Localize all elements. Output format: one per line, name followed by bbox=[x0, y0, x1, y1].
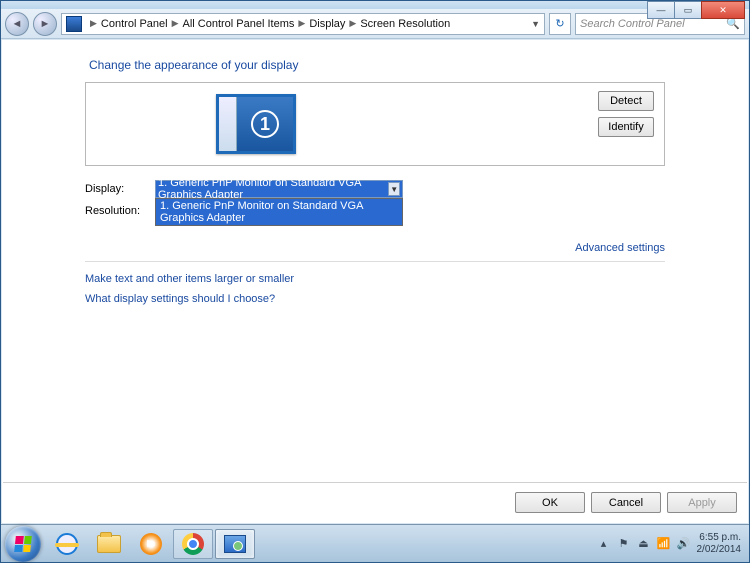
taskbar-chrome[interactable] bbox=[173, 529, 213, 559]
taskbar-control-panel[interactable] bbox=[215, 529, 255, 559]
titlebar: — ▭ ✕ bbox=[1, 1, 749, 9]
identify-button[interactable]: Identify bbox=[598, 117, 654, 137]
monitor-preview-area[interactable]: 1 Detect Identify bbox=[85, 82, 665, 166]
chevron-right-icon[interactable]: ▶ bbox=[349, 18, 356, 29]
network-icon[interactable]: 📶 bbox=[657, 537, 671, 551]
make-text-larger-link[interactable]: Make text and other items larger or smal… bbox=[85, 273, 294, 285]
chevron-down-icon[interactable]: ▼ bbox=[531, 19, 540, 29]
ie-icon bbox=[56, 533, 78, 555]
chevron-down-icon[interactable]: ▼ bbox=[388, 182, 400, 196]
detect-button[interactable]: Detect bbox=[598, 91, 654, 111]
breadcrumb-all-items[interactable]: All Control Panel Items bbox=[183, 18, 295, 30]
minimize-button[interactable]: — bbox=[647, 1, 675, 19]
maximize-button[interactable]: ▭ bbox=[674, 1, 702, 19]
which-settings-link[interactable]: What display settings should I choose? bbox=[85, 293, 275, 305]
clock[interactable]: 6:55 p.m. 2/02/2014 bbox=[697, 532, 742, 556]
monitor-thumbnail-icon bbox=[219, 97, 237, 151]
display-dropdown[interactable]: 1. Generic PnP Monitor on Standard VGA G… bbox=[155, 180, 403, 198]
clock-time: 6:55 p.m. bbox=[697, 532, 742, 544]
monitor-1[interactable]: 1 bbox=[216, 94, 296, 154]
address-bar: ◄ ► ▶ Control Panel ▶ All Control Panel … bbox=[1, 9, 749, 39]
action-center-icon[interactable]: ⚑ bbox=[617, 537, 631, 551]
ok-button[interactable]: OK bbox=[515, 492, 585, 513]
control-panel-window: — ▭ ✕ ◄ ► ▶ Control Panel ▶ All Control … bbox=[0, 0, 750, 563]
display-icon bbox=[66, 16, 82, 32]
system-tray[interactable]: ▴ ⚑ ⏏ 📶 🔊 6:55 p.m. 2/02/2014 bbox=[597, 532, 746, 556]
chevron-right-icon[interactable]: ▶ bbox=[172, 18, 179, 29]
taskbar[interactable]: ▶ ▴ ⚑ ⏏ 📶 🔊 6:55 p.m. 2/02/2014 bbox=[1, 524, 749, 562]
divider bbox=[85, 261, 665, 262]
chevron-right-icon[interactable]: ▶ bbox=[90, 18, 97, 29]
close-button[interactable]: ✕ bbox=[701, 1, 745, 19]
display-dropdown-list[interactable]: 1. Generic PnP Monitor on Standard VGA G… bbox=[155, 198, 403, 226]
refresh-button[interactable]: ↻ bbox=[549, 13, 571, 35]
volume-icon[interactable]: 🔊 bbox=[677, 537, 691, 551]
taskbar-ie[interactable] bbox=[47, 529, 87, 559]
safely-remove-icon[interactable]: ⏏ bbox=[637, 537, 651, 551]
show-hidden-icons[interactable]: ▴ bbox=[597, 537, 611, 551]
breadcrumb[interactable]: ▶ Control Panel ▶ All Control Panel Item… bbox=[61, 13, 545, 35]
breadcrumb-root[interactable]: Control Panel bbox=[101, 18, 168, 30]
display-label: Display: bbox=[85, 183, 155, 195]
dialog-button-row: OK Cancel Apply bbox=[3, 482, 747, 522]
display-option-1[interactable]: 1. Generic PnP Monitor on Standard VGA G… bbox=[156, 199, 402, 225]
forward-button[interactable]: ► bbox=[33, 12, 57, 36]
folder-icon bbox=[97, 535, 121, 553]
monitor-number: 1 bbox=[251, 110, 279, 138]
windows-logo-icon bbox=[14, 536, 32, 552]
breadcrumb-screen-resolution[interactable]: Screen Resolution bbox=[360, 18, 450, 30]
back-button[interactable]: ◄ bbox=[5, 12, 29, 36]
chrome-icon bbox=[182, 533, 204, 555]
search-placeholder: Search Control Panel bbox=[580, 18, 685, 30]
control-panel-icon bbox=[224, 535, 246, 553]
apply-button: Apply bbox=[667, 492, 737, 513]
media-player-icon: ▶ bbox=[140, 533, 162, 555]
page-title: Change the appearance of your display bbox=[89, 58, 665, 72]
chevron-right-icon[interactable]: ▶ bbox=[298, 18, 305, 29]
resolution-label: Resolution: bbox=[85, 205, 155, 217]
advanced-settings-link[interactable]: Advanced settings bbox=[575, 242, 665, 254]
taskbar-explorer[interactable] bbox=[89, 529, 129, 559]
clock-date: 2/02/2014 bbox=[697, 544, 742, 556]
taskbar-media-player[interactable]: ▶ bbox=[131, 529, 171, 559]
content-area: Change the appearance of your display 1 … bbox=[2, 40, 748, 523]
cancel-button[interactable]: Cancel bbox=[591, 492, 661, 513]
breadcrumb-display[interactable]: Display bbox=[309, 18, 345, 30]
start-button[interactable] bbox=[5, 526, 41, 562]
